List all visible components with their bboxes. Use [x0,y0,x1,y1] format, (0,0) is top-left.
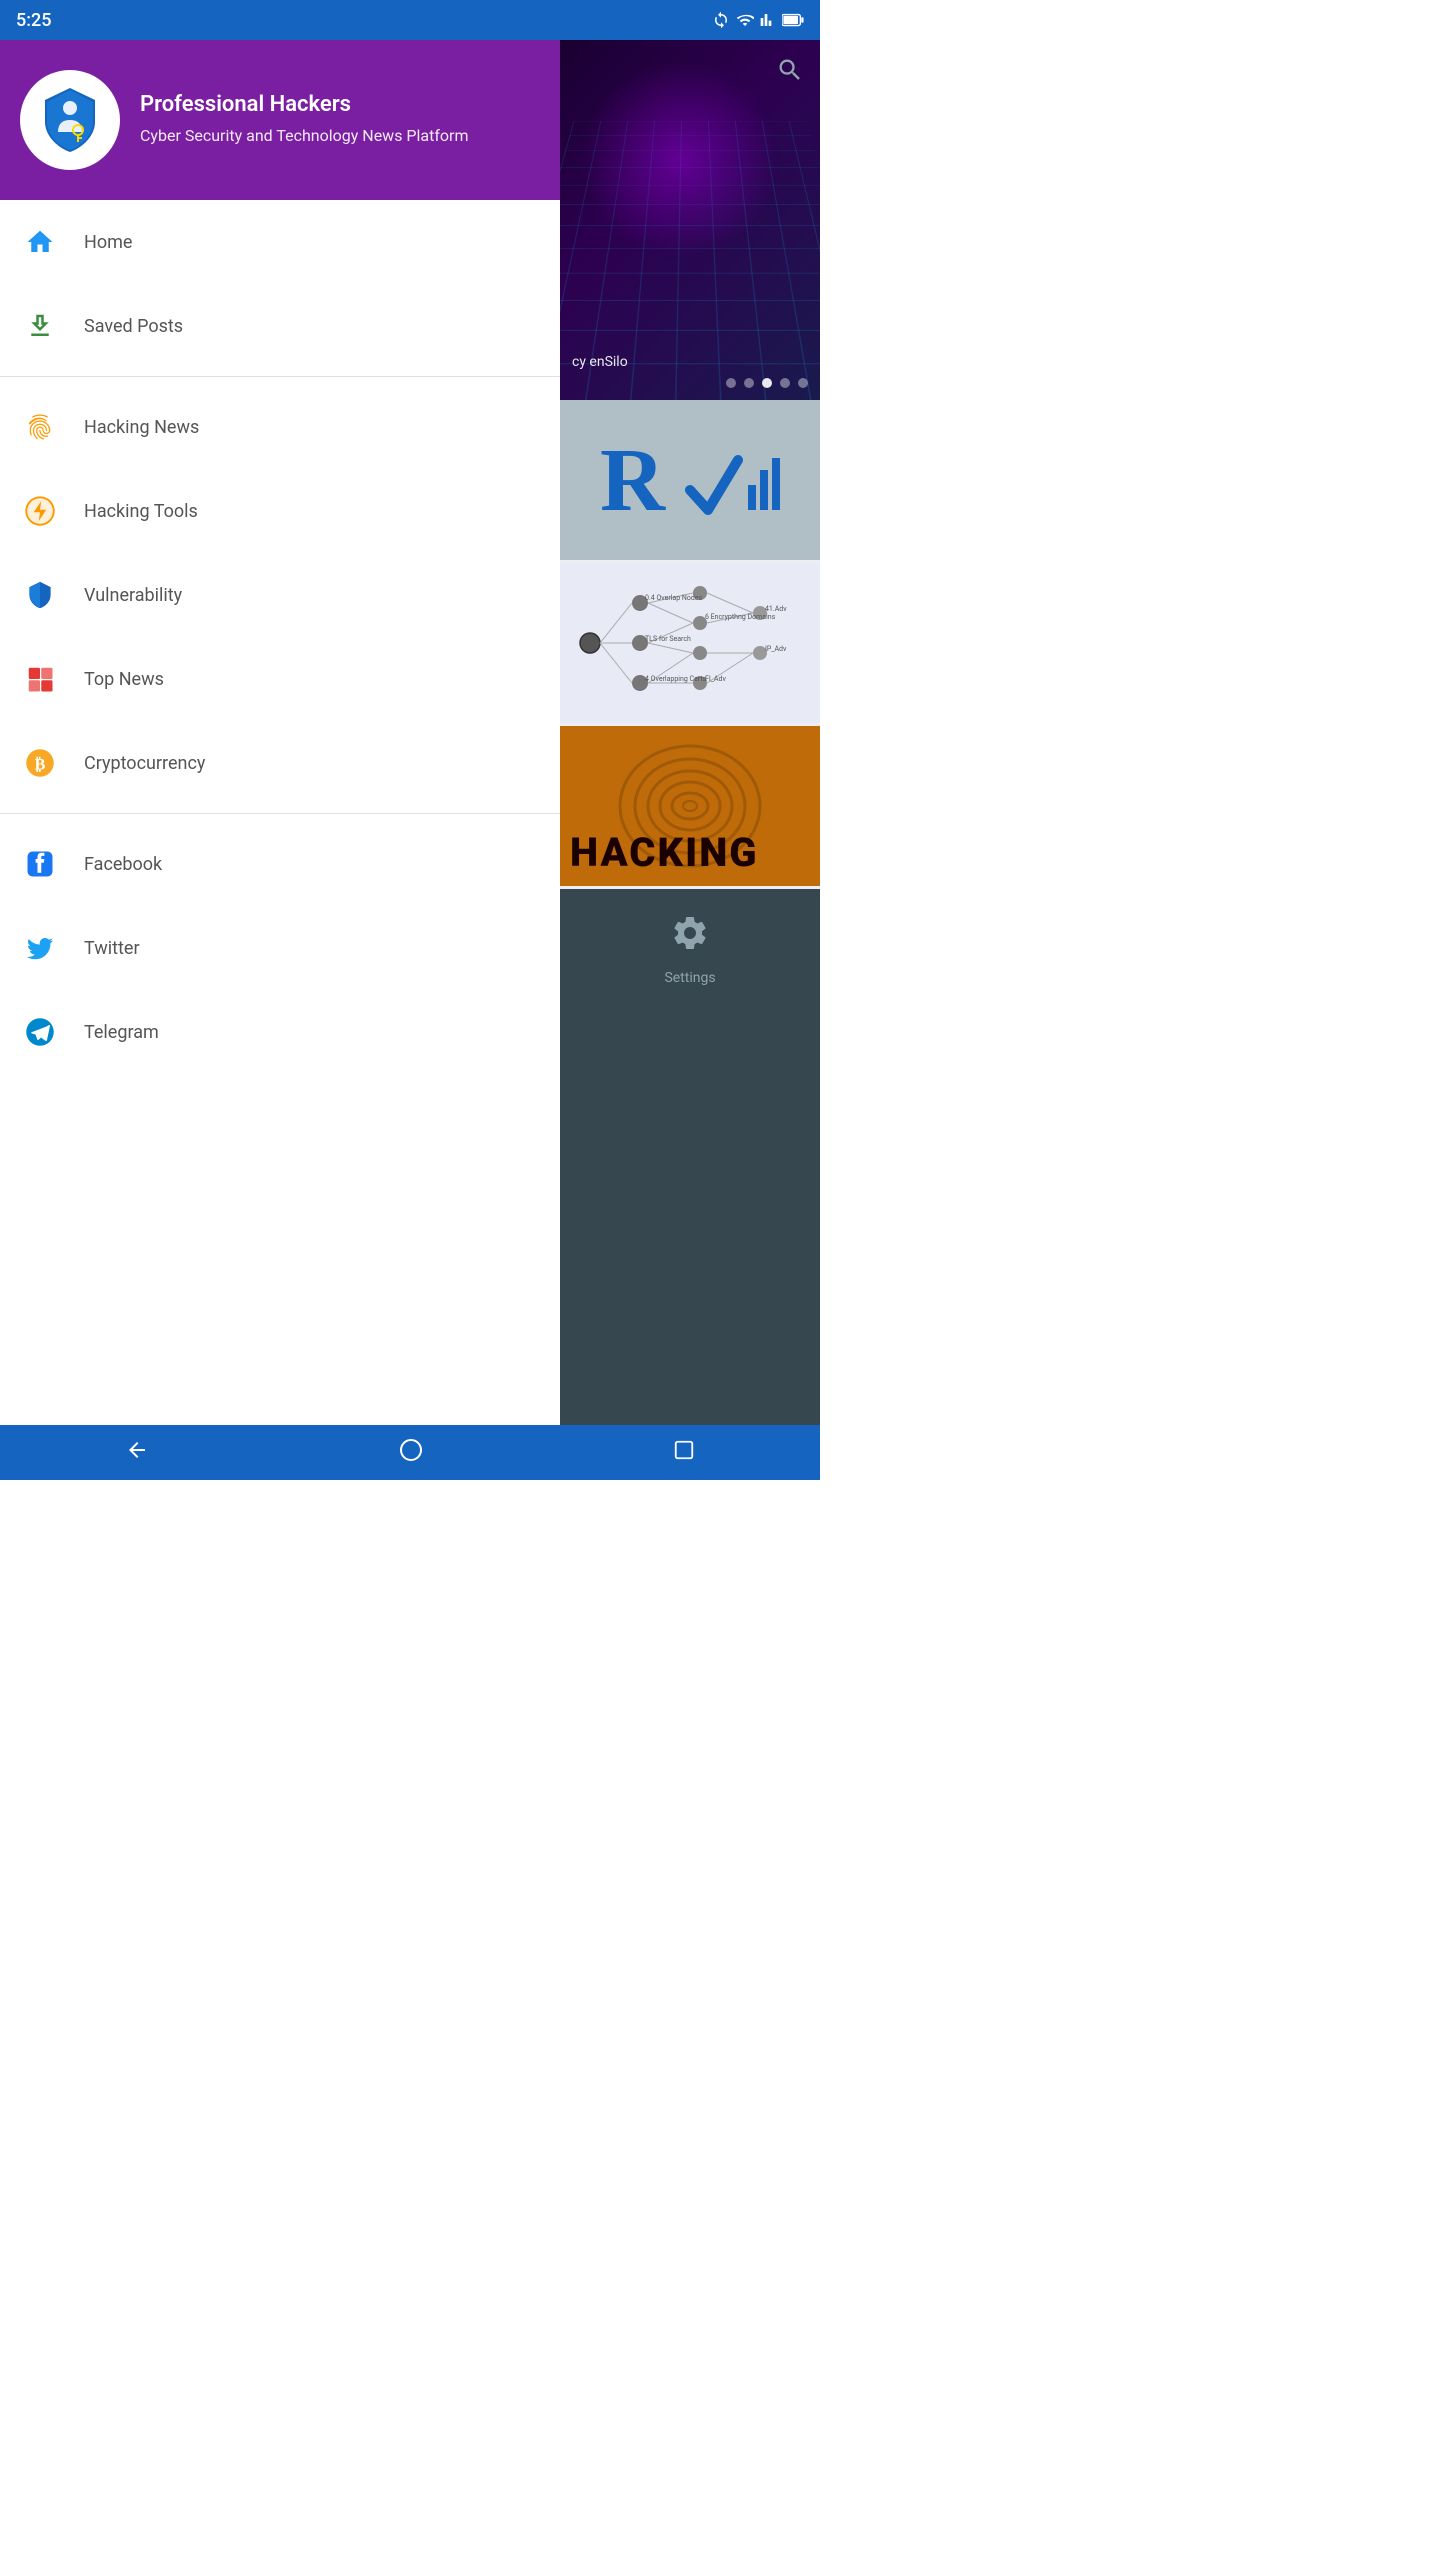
hacking-tools-label: Hacking Tools [84,501,198,522]
home-button[interactable] [379,1430,443,1476]
svg-text:4 Overlapping Certs: 4 Overlapping Certs [645,675,707,683]
app-name: Professional Hackers [140,92,468,117]
dot-2[interactable] [744,378,754,388]
divider-1 [0,376,560,377]
recents-button[interactable] [653,1431,715,1475]
saved-posts-label: Saved Posts [84,316,183,337]
divider-2 [0,813,560,814]
drawer-section-2: Hacking News Hacking Tools [0,385,560,805]
back-button[interactable] [105,1430,169,1476]
svg-text:41.Adv: 41.Adv [765,605,787,613]
rt-logo-svg: R [590,430,790,530]
sidebar-item-telegram[interactable]: Telegram [0,990,560,1074]
status-time: 5:25 [16,10,51,31]
main-container: Professional Hackers Cyber Security and … [0,40,820,1425]
facebook-label: Facebook [84,854,162,875]
battery-icon [782,13,804,27]
telegram-label: Telegram [84,1022,159,1043]
sidebar-item-hacking-news[interactable]: Hacking News [0,385,560,469]
sync-icon [712,11,730,29]
rt-logo-container: R [560,400,820,560]
cards-area: R [560,400,820,1009]
gear-icon [670,913,710,962]
drawer-section-1: Home Saved Posts [0,200,560,368]
vulnerability-label: Vulnerability [84,585,182,606]
drawer-title: Professional Hackers Cyber Security and … [140,92,468,147]
facebook-icon [20,844,60,884]
slider-dots [726,378,808,388]
twitter-label: Twitter [84,938,140,959]
dot-1[interactable] [726,378,736,388]
sidebar-item-saved-posts[interactable]: Saved Posts [0,284,560,368]
top-news-label: Top News [84,669,164,690]
drawer-section-3: Facebook Twitter [0,822,560,1074]
svg-text:R: R [600,431,666,530]
app-subtitle: Cyber Security and Technology News Platf… [140,125,468,147]
sidebar-item-cryptocurrency[interactable]: ₿ Cryptocurrency [0,721,560,805]
drawer-items: Home Saved Posts [0,200,560,1425]
drawer: Professional Hackers Cyber Security and … [0,40,560,1425]
shield-icon [20,575,60,615]
twitter-icon [20,928,60,968]
hacking-news-label: Hacking News [84,417,199,438]
svg-text:6 Encrypthng Domains: 6 Encrypthng Domains [705,613,776,621]
sidebar-item-hacking-tools[interactable]: Hacking Tools [0,469,560,553]
sidebar-item-vulnerability[interactable]: Vulnerability [0,553,560,637]
status-icons [712,11,804,29]
card-hacking[interactable]: HACKING [560,726,820,886]
sidebar-item-twitter[interactable]: Twitter [0,906,560,990]
hacking-card-text: HACKING [570,829,759,876]
search-button[interactable] [776,56,804,88]
card-diagram[interactable]: 0.4 Overlap Nodes TLS for Search 4 Overl… [560,563,820,723]
dot-5[interactable] [798,378,808,388]
lightning-icon [20,491,60,531]
sidebar-item-top-news[interactable]: Top News [0,637,560,721]
telegram-icon [20,1012,60,1052]
diagram-svg: 0.4 Overlap Nodes TLS for Search 4 Overl… [560,563,820,723]
wifi-icon [736,11,754,29]
bitcoin-icon: ₿ [20,743,60,783]
svg-text:IP_Adv: IP_Adv [765,645,787,653]
dot-4[interactable] [780,378,790,388]
hero-label: cy enSilo [572,354,628,370]
home-icon [20,222,60,262]
app-logo [20,70,120,170]
logo-svg [30,80,110,160]
status-bar: 5:25 [0,0,820,40]
right-panel: cy enSilo R [560,40,820,1425]
dot-3[interactable] [762,378,772,388]
signal-icon [760,11,776,29]
home-label: Home [84,232,132,253]
cryptocurrency-label: Cryptocurrency [84,753,205,774]
grid-icon [20,659,60,699]
fingerprint-icon [20,407,60,447]
svg-text:TLS for Search: TLS for Search [645,635,691,643]
settings-label: Settings [664,970,715,986]
bottom-nav [0,1425,820,1480]
card-rt[interactable]: R [560,400,820,560]
svg-text:FI_Adv: FI_Adv [705,675,726,683]
drawer-header: Professional Hackers Cyber Security and … [0,40,560,200]
sidebar-item-facebook[interactable]: Facebook [0,822,560,906]
svg-text:₿: ₿ [35,755,46,773]
svg-text:0.4 Overlap Nodes: 0.4 Overlap Nodes [645,594,703,602]
card-settings[interactable]: Settings [560,889,820,1009]
save-icon [20,306,60,346]
hero-glow [580,60,780,260]
hero-slider: cy enSilo [560,40,820,400]
sidebar-item-home[interactable]: Home [0,200,560,284]
